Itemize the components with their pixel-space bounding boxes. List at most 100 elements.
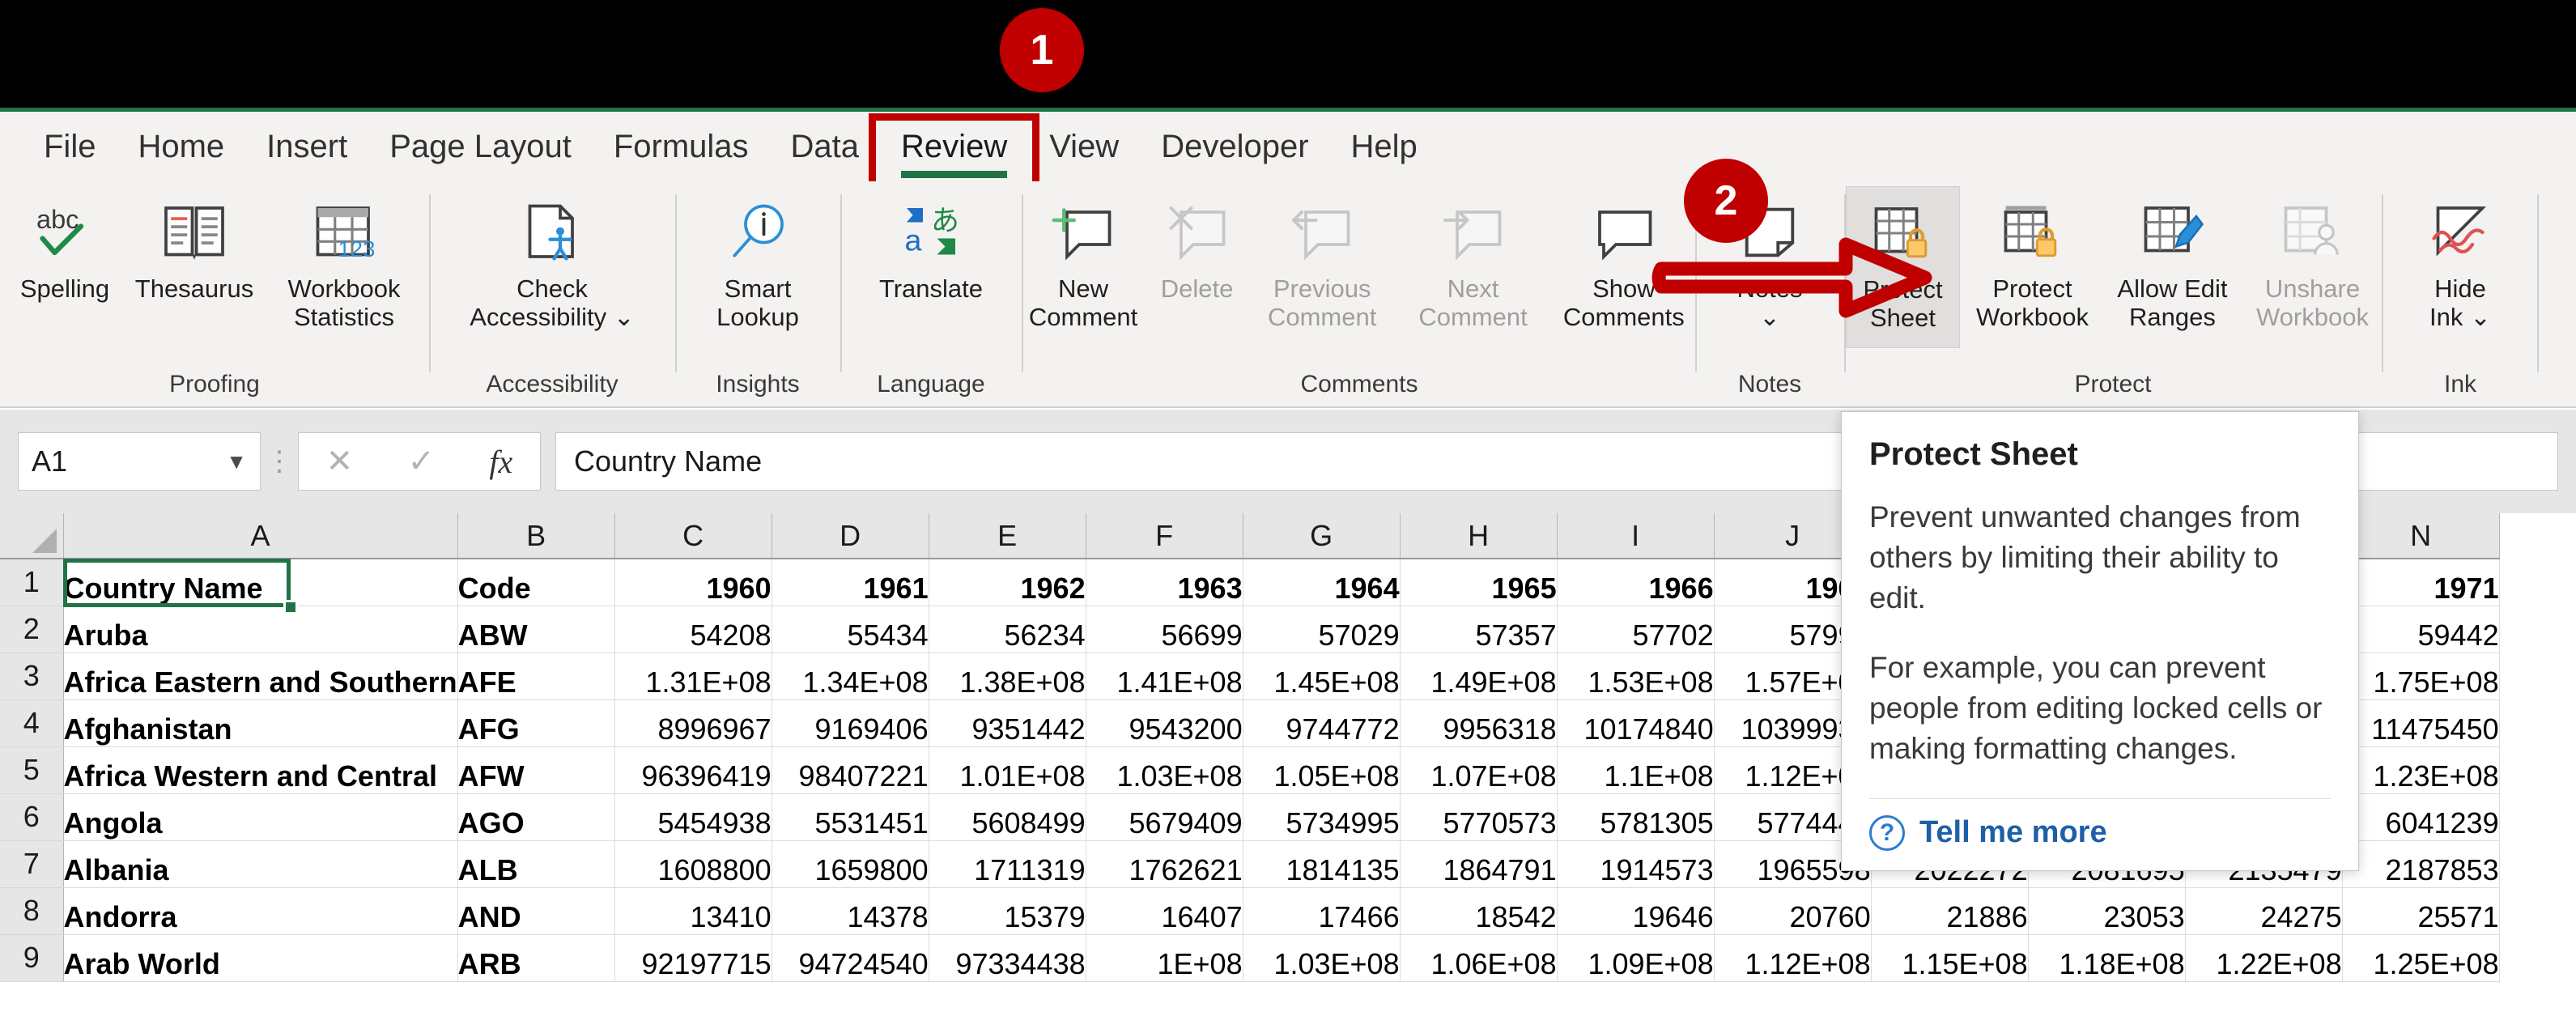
hide-ink-button[interactable]: Hide Ink ⌄ (2395, 186, 2525, 348)
cell-F4[interactable]: 9543200 (1086, 699, 1243, 747)
cell-E2[interactable]: 56234 (929, 606, 1086, 653)
tab-help[interactable]: Help (1330, 126, 1439, 167)
row-header-2[interactable]: 2 (0, 606, 64, 653)
column-header-h[interactable]: H (1400, 513, 1558, 559)
cancel-icon[interactable]: ✕ (326, 443, 354, 480)
cell-M8[interactable]: 24275 (2185, 887, 2343, 935)
name-box[interactable]: A1 ▼ (18, 432, 261, 491)
row-header-8[interactable]: 8 (0, 887, 64, 935)
cell-N9[interactable]: 1.25E+08 (2342, 934, 2500, 982)
cell-A5[interactable]: Africa Western and Central (63, 746, 458, 794)
cell-I7[interactable]: 1914573 (1557, 840, 1715, 888)
cell-B3[interactable]: AFE (457, 653, 615, 700)
cell-N7[interactable]: 2187853 (2342, 840, 2500, 888)
tab-view[interactable]: View (1028, 126, 1140, 167)
smart-lookup-button[interactable]: Smart Lookup (693, 186, 823, 348)
cell-F7[interactable]: 1762621 (1086, 840, 1243, 888)
cell-H1[interactable]: 1965 (1400, 559, 1558, 606)
cell-D5[interactable]: 98407221 (772, 746, 929, 794)
cell-N5[interactable]: 1.23E+08 (2342, 746, 2500, 794)
tab-review[interactable]: Review (869, 113, 1040, 198)
cell-I3[interactable]: 1.53E+08 (1557, 653, 1715, 700)
cell-C1[interactable]: 1960 (614, 559, 772, 606)
column-header-n[interactable]: N (2342, 513, 2500, 559)
cell-D7[interactable]: 1659800 (772, 840, 929, 888)
cell-A7[interactable]: Albania (63, 840, 458, 888)
cell-A1[interactable]: Country Name (63, 559, 458, 606)
cell-B5[interactable]: AFW (457, 746, 615, 794)
cell-F3[interactable]: 1.41E+08 (1086, 653, 1243, 700)
cell-A8[interactable]: Andorra (63, 887, 458, 935)
cell-G1[interactable]: 1964 (1243, 559, 1401, 606)
tab-formulas[interactable]: Formulas (593, 126, 770, 167)
cell-E8[interactable]: 15379 (929, 887, 1086, 935)
cell-F6[interactable]: 5679409 (1086, 793, 1243, 841)
cell-H2[interactable]: 57357 (1400, 606, 1558, 653)
cell-I5[interactable]: 1.1E+08 (1557, 746, 1715, 794)
translate-button[interactable]: a あ Translate (846, 186, 1016, 348)
cell-I6[interactable]: 5781305 (1557, 793, 1715, 841)
protect-workbook-button[interactable]: Protect Workbook (1965, 186, 2100, 348)
cell-C4[interactable]: 8996967 (614, 699, 772, 747)
cell-H5[interactable]: 1.07E+08 (1400, 746, 1558, 794)
cell-E5[interactable]: 1.01E+08 (929, 746, 1086, 794)
cell-H7[interactable]: 1864791 (1400, 840, 1558, 888)
cell-C9[interactable]: 92197715 (614, 934, 772, 982)
cell-A3[interactable]: Africa Eastern and Southern (63, 653, 458, 700)
cell-H6[interactable]: 5770573 (1400, 793, 1558, 841)
row-header-6[interactable]: 6 (0, 793, 64, 841)
cell-B1[interactable]: Code (457, 559, 615, 606)
tab-developer[interactable]: Developer (1140, 126, 1329, 167)
allow-edit-ranges-button[interactable]: Allow Edit Ranges (2105, 186, 2240, 348)
cell-N2[interactable]: 59442 (2342, 606, 2500, 653)
cell-B8[interactable]: AND (457, 887, 615, 935)
cell-E3[interactable]: 1.38E+08 (929, 653, 1086, 700)
cell-I8[interactable]: 19646 (1557, 887, 1715, 935)
cell-K9[interactable]: 1.15E+08 (1871, 934, 2029, 982)
cell-L8[interactable]: 23053 (2028, 887, 2186, 935)
cell-E1[interactable]: 1962 (929, 559, 1086, 606)
cell-J9[interactable]: 1.12E+08 (1714, 934, 1872, 982)
column-header-e[interactable]: E (929, 513, 1086, 559)
cell-A4[interactable]: Afghanistan (63, 699, 458, 747)
cell-K8[interactable]: 21886 (1871, 887, 2029, 935)
cell-F1[interactable]: 1963 (1086, 559, 1243, 606)
column-header-g[interactable]: G (1243, 513, 1401, 559)
cell-D8[interactable]: 14378 (772, 887, 929, 935)
workbook-statistics-button[interactable]: 123 Workbook Statistics (259, 186, 429, 348)
cell-B4[interactable]: AFG (457, 699, 615, 747)
new-comment-button[interactable]: New Comment (1023, 186, 1143, 348)
cell-F2[interactable]: 56699 (1086, 606, 1243, 653)
cell-C3[interactable]: 1.31E+08 (614, 653, 772, 700)
cell-E9[interactable]: 97334438 (929, 934, 1086, 982)
cell-F8[interactable]: 16407 (1086, 887, 1243, 935)
cell-A9[interactable]: Arab World (63, 934, 458, 982)
row-header-3[interactable]: 3 (0, 653, 64, 700)
cell-C2[interactable]: 54208 (614, 606, 772, 653)
cell-G3[interactable]: 1.45E+08 (1243, 653, 1401, 700)
cell-I9[interactable]: 1.09E+08 (1557, 934, 1715, 982)
cell-B2[interactable]: ABW (457, 606, 615, 653)
cell-F9[interactable]: 1E+08 (1086, 934, 1243, 982)
cell-H8[interactable]: 18542 (1400, 887, 1558, 935)
row-header-4[interactable]: 4 (0, 699, 64, 747)
cell-H4[interactable]: 9956318 (1400, 699, 1558, 747)
cell-C6[interactable]: 5454938 (614, 793, 772, 841)
check-accessibility-button[interactable]: Check Accessibility ⌄ (451, 186, 653, 348)
cell-L9[interactable]: 1.18E+08 (2028, 934, 2186, 982)
select-all-corner[interactable] (0, 513, 64, 559)
cell-E6[interactable]: 5608499 (929, 793, 1086, 841)
cell-C7[interactable]: 1608800 (614, 840, 772, 888)
cell-N3[interactable]: 1.75E+08 (2342, 653, 2500, 700)
tab-home[interactable]: Home (117, 126, 245, 167)
tab-data[interactable]: Data (770, 126, 881, 167)
cell-D9[interactable]: 94724540 (772, 934, 929, 982)
insert-function-icon[interactable]: fx (489, 443, 512, 481)
name-box-dropdown-icon[interactable]: ▼ (226, 449, 247, 474)
cell-B7[interactable]: ALB (457, 840, 615, 888)
cell-G7[interactable]: 1814135 (1243, 840, 1401, 888)
column-header-b[interactable]: B (457, 513, 615, 559)
cell-D1[interactable]: 1961 (772, 559, 929, 606)
cell-I1[interactable]: 1966 (1557, 559, 1715, 606)
cell-G9[interactable]: 1.03E+08 (1243, 934, 1401, 982)
